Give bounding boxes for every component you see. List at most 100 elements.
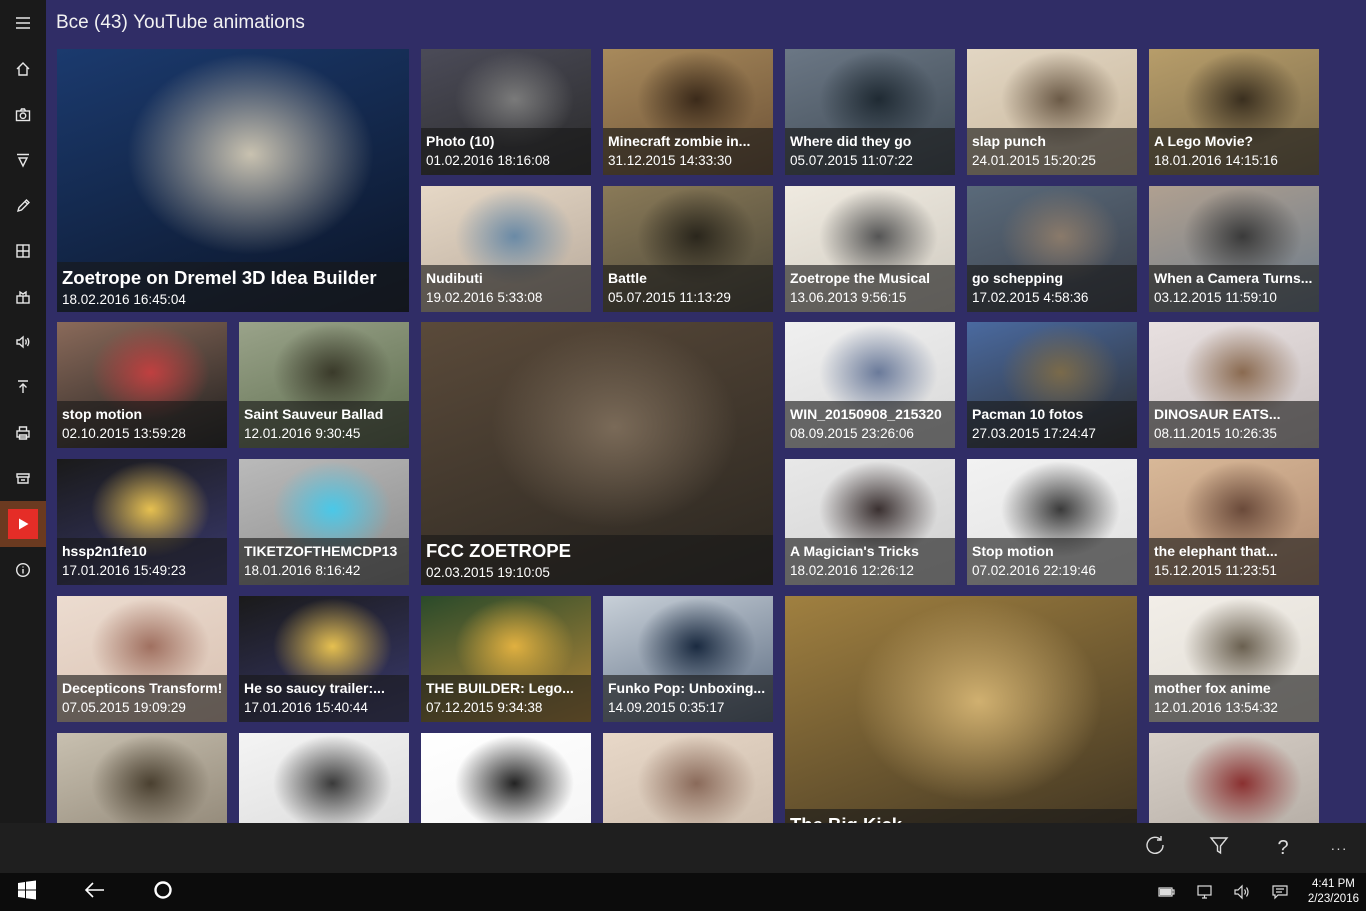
tile-title: Saint Sauveur Ballad: [244, 406, 384, 422]
video-tile[interactable]: hssp2n1fe10 17.01.2016 15:49:23: [57, 459, 227, 585]
tile-title: TIKETZOFTHEMCDP13: [244, 543, 398, 559]
sidebar-item-home[interactable]: [0, 46, 46, 92]
tile-caption: Minecraft zombie in... 31.12.2015 14:33:3…: [603, 128, 773, 175]
video-tile[interactable]: He so saucy trailer:... 17.01.2016 15:40:…: [239, 596, 409, 722]
menu-icon: [15, 15, 31, 31]
video-tile[interactable]: [57, 733, 227, 823]
video-tile[interactable]: FCC ZOETROPE 02.03.2015 19:10:05: [421, 322, 773, 585]
video-tile[interactable]: slap punch 24.01.2015 15:20:25: [967, 49, 1137, 175]
tile-title: He so saucy trailer:...: [244, 680, 385, 696]
battery-icon[interactable]: [1157, 884, 1175, 900]
sidebar-item-info[interactable]: [0, 547, 46, 593]
sidebar-item-menu[interactable]: [0, 0, 46, 46]
tile-title: Funko Pop: Unboxing...: [608, 680, 766, 696]
video-tile[interactable]: Funko Pop: Unboxing... 14.09.2015 0:35:17: [603, 596, 773, 722]
tile-title: Battle: [608, 270, 647, 286]
filter-button[interactable]: [1204, 833, 1234, 863]
video-tile[interactable]: When a Camera Turns... 03.12.2015 11:59:1…: [1149, 186, 1319, 312]
volume-icon[interactable]: [1233, 884, 1251, 900]
video-tile[interactable]: [239, 733, 409, 823]
video-tile[interactable]: Saint Sauveur Ballad 12.01.2016 9:30:45: [239, 322, 409, 448]
clock[interactable]: 4:41 PM 2/23/2016: [1308, 877, 1359, 907]
sidebar-item-tiles[interactable]: [0, 274, 46, 320]
sidebar-item-upload[interactable]: [0, 364, 46, 410]
sidebar-item-camera[interactable]: [0, 92, 46, 138]
tile-caption: Decepticons Transform! 07.05.2015 19:09:2…: [57, 675, 227, 722]
tile-title: Minecraft zombie in...: [608, 133, 751, 149]
sidebar-item-printer[interactable]: [0, 410, 46, 456]
clock-date: 2/23/2016: [1307, 893, 1359, 905]
tile-date: 14.09.2015 0:35:17: [608, 700, 725, 715]
tile-title: Where did they go: [790, 133, 912, 149]
tile-title: DINOSAUR EATS...: [1154, 406, 1281, 422]
tile-caption: Pacman 10 fotos 27.03.2015 17:24:47: [967, 401, 1137, 448]
sidebar-item-grid[interactable]: [0, 228, 46, 274]
video-tile[interactable]: Pacman 10 fotos 27.03.2015 17:24:47: [967, 322, 1137, 448]
circle-icon: [153, 880, 173, 905]
tile-date: 02.10.2015 13:59:28: [62, 426, 186, 441]
video-tile[interactable]: the elephant that... 15.12.2015 11:23:51: [1149, 459, 1319, 585]
filter-icon: [15, 152, 31, 168]
video-tile[interactable]: [1149, 733, 1319, 823]
video-tile[interactable]: The Big Kick: [785, 596, 1137, 823]
back-button[interactable]: [82, 877, 108, 907]
help-button[interactable]: ?: [1268, 833, 1298, 863]
tile-date: 02.03.2015 19:10:05: [426, 565, 550, 580]
tile-date: 08.09.2015 23:26:06: [790, 426, 914, 441]
tile-date: 08.11.2015 10:26:35: [1154, 426, 1277, 441]
tile-caption: WIN_20150908_215320 08.09.2015 23:26:06: [785, 401, 955, 448]
video-tile[interactable]: Battle 05.07.2015 11:13:29: [603, 186, 773, 312]
network-icon[interactable]: [1196, 884, 1214, 900]
video-tile[interactable]: Photo (10) 01.02.2016 18:16:08: [421, 49, 591, 175]
video-tile[interactable]: Where did they go 05.07.2015 11:07:22: [785, 49, 955, 175]
more-button[interactable]: ···: [1324, 833, 1354, 863]
video-thumbnail: [785, 596, 1137, 823]
video-tile[interactable]: THE BUILDER: Lego... 07.12.2015 9:34:38: [421, 596, 591, 722]
home-icon: [15, 61, 31, 77]
video-tile[interactable]: DINOSAUR EATS... 08.11.2015 10:26:35: [1149, 322, 1319, 448]
command-bar: ? ···: [0, 823, 1366, 873]
tile-date: 17.01.2016 15:40:44: [244, 700, 368, 715]
youtube-icon: [8, 509, 38, 539]
video-tile[interactable]: go schepping 17.02.2015 4:58:36: [967, 186, 1137, 312]
filter-icon: [1208, 834, 1230, 862]
video-tile[interactable]: [421, 733, 591, 823]
sidebar-item-pencil[interactable]: [0, 183, 46, 229]
tile-date: 03.12.2015 11:59:10: [1154, 290, 1277, 305]
back-arrow-icon: [84, 881, 106, 904]
sidebar-item-store[interactable]: [0, 455, 46, 501]
video-tile[interactable]: mother fox anime 12.01.2016 13:54:32: [1149, 596, 1319, 722]
tile-caption: Stop motion 07.02.2016 22:19:46: [967, 538, 1137, 585]
video-tile[interactable]: Nudibuti 19.02.2016 5:33:08: [421, 186, 591, 312]
video-tile[interactable]: stop motion 02.10.2015 13:59:28: [57, 322, 227, 448]
sidebar-item-speaker[interactable]: [0, 319, 46, 365]
tile-caption: hssp2n1fe10 17.01.2016 15:49:23: [57, 538, 227, 585]
video-tile[interactable]: Stop motion 07.02.2016 22:19:46: [967, 459, 1137, 585]
tile-title: Pacman 10 fotos: [972, 406, 1084, 422]
video-tile[interactable]: Zoetrope on Dremel 3D Idea Builder 18.02.…: [57, 49, 409, 312]
video-tile[interactable]: WIN_20150908_215320 08.09.2015 23:26:06: [785, 322, 955, 448]
refresh-button[interactable]: [1140, 833, 1170, 863]
tile-title: slap punch: [972, 133, 1046, 149]
video-thumbnail: [239, 733, 409, 823]
video-tile[interactable]: Minecraft zombie in... 31.12.2015 14:33:3…: [603, 49, 773, 175]
cortana-button[interactable]: [150, 877, 176, 907]
video-tile[interactable]: Zoetrope the Musical 13.06.2013 9:56:15: [785, 186, 955, 312]
video-tile[interactable]: TIKETZOFTHEMCDP13 18.01.2016 8:16:42: [239, 459, 409, 585]
start-button[interactable]: [14, 877, 40, 907]
tile-date: 17.01.2016 15:49:23: [62, 563, 186, 578]
sidebar-item-filter[interactable]: [0, 137, 46, 183]
sidebar-item-youtube[interactable]: [0, 501, 46, 547]
notification-icon[interactable]: [1271, 884, 1289, 900]
tile-caption: DINOSAUR EATS... 08.11.2015 10:26:35: [1149, 401, 1319, 448]
tile-date: 05.07.2015 11:07:22: [790, 153, 913, 168]
video-thumbnail: [57, 733, 227, 823]
video-grid: Zoetrope on Dremel 3D Idea Builder 18.02.…: [0, 0, 1366, 823]
video-tile[interactable]: Decepticons Transform! 07.05.2015 19:09:2…: [57, 596, 227, 722]
video-tile[interactable]: A Lego Movie? 18.01.2016 14:15:16: [1149, 49, 1319, 175]
video-tile[interactable]: A Magician's Tricks 18.02.2016 12:26:12: [785, 459, 955, 585]
tile-date: 17.02.2015 4:58:36: [972, 290, 1089, 305]
video-tile[interactable]: [603, 733, 773, 823]
tile-caption: When a Camera Turns... 03.12.2015 11:59:1…: [1149, 265, 1319, 312]
more-icon: ···: [1330, 840, 1348, 856]
